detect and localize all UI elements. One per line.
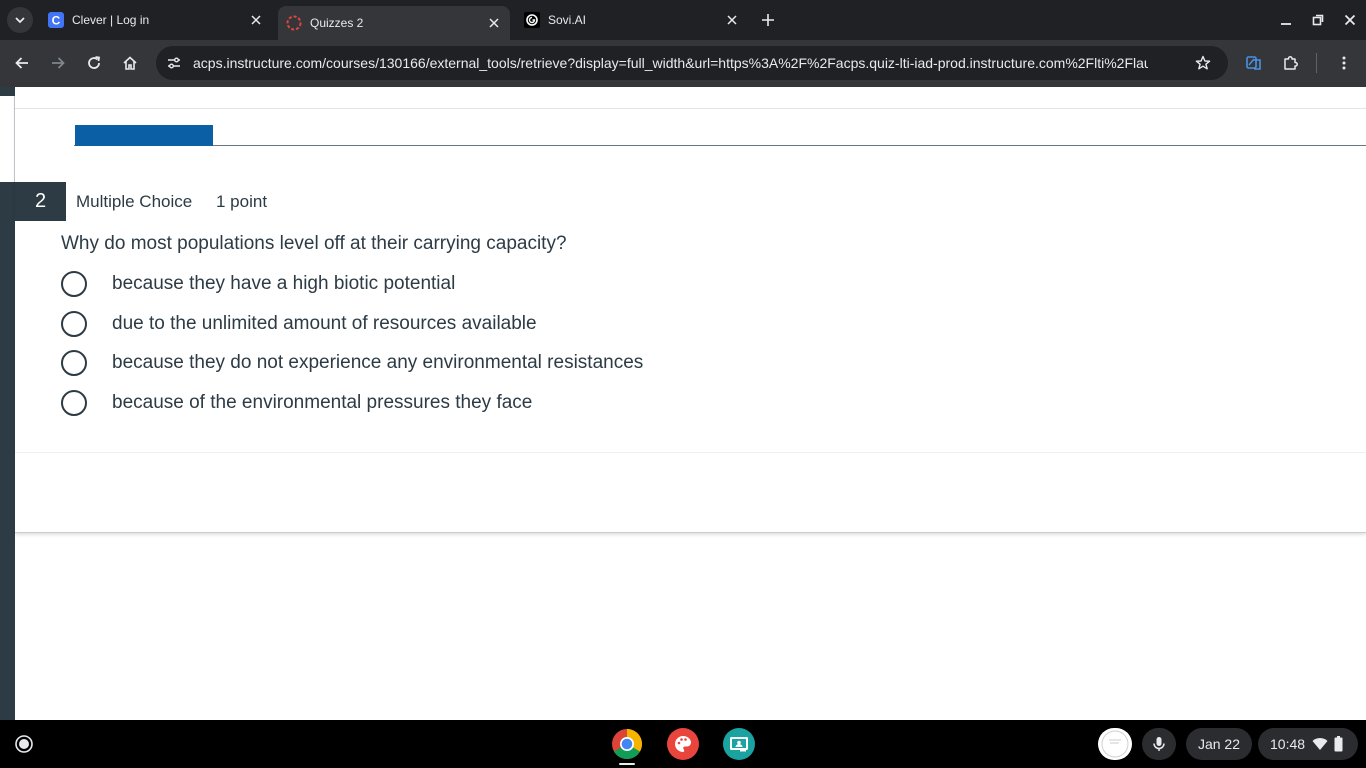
tab-strip: C Clever | Log in Quizzes 2 Sovi.AI [0, 0, 1366, 40]
arrow-left-icon [15, 57, 28, 69]
url-text[interactable]: acps.instructure.com/courses/130166/exte… [193, 46, 1148, 80]
question-text: Why do most populations level off at the… [61, 233, 567, 254]
header-divider [15, 108, 1366, 109]
radio-button[interactable] [61, 350, 87, 376]
running-app-indicator [619, 763, 635, 765]
reload-icon [88, 56, 101, 69]
launcher-button[interactable] [8, 728, 40, 760]
chrome-app[interactable] [611, 728, 643, 760]
canvas-art-app[interactable] [667, 728, 699, 760]
answer-label[interactable]: because of the environmental pressures t… [112, 392, 532, 414]
back-button[interactable] [8, 49, 36, 77]
url-host: acps.instructure.com [193, 55, 323, 71]
home-icon [123, 56, 137, 70]
tab-title: Quizzes 2 [310, 16, 364, 30]
kebab-icon [1342, 56, 1346, 70]
tab-clever[interactable]: C Clever | Log in [38, 0, 272, 40]
page-content: 2 Multiple Choice 1 point Why do most po… [0, 87, 1366, 720]
status-area-button[interactable]: 10:48 [1258, 728, 1358, 760]
clever-favicon-letter: C [52, 14, 61, 28]
answer-label[interactable]: due to the unlimited amount of resources… [112, 313, 537, 335]
browser-toolbar: acps.instructure.com/courses/130166/exte… [0, 40, 1366, 87]
new-tab-button[interactable] [756, 8, 780, 32]
address-bar[interactable]: acps.instructure.com/courses/130166/exte… [156, 46, 1228, 80]
classroom-app[interactable] [723, 728, 755, 760]
sovi-favicon-icon [524, 12, 540, 28]
wifi-icon [1312, 738, 1328, 750]
launcher-icon [15, 735, 33, 753]
answer-option-2[interactable]: due to the unlimited amount of resources… [61, 309, 537, 339]
mic-button[interactable] [1142, 728, 1176, 760]
toolbar-divider [1316, 53, 1317, 73]
close-icon[interactable] [248, 12, 264, 28]
close-icon [1344, 14, 1356, 26]
extension-button[interactable] [1240, 49, 1268, 77]
menu-button[interactable] [1330, 49, 1358, 77]
tune-icon [168, 57, 180, 69]
site-info-button[interactable] [162, 51, 186, 75]
question-number: 2 [15, 182, 66, 221]
chrome-icon [612, 729, 643, 760]
radio-button[interactable] [61, 271, 87, 297]
answer-option-1[interactable]: because they have a high biotic potentia… [61, 269, 455, 299]
puzzle-icon [1284, 56, 1298, 70]
avatar-icon [1101, 730, 1129, 758]
plus-icon [762, 14, 774, 26]
answer-option-4[interactable]: because of the environmental pressures t… [61, 388, 532, 418]
time-text: 10:48 [1270, 736, 1306, 752]
question-divider [15, 452, 1366, 453]
reload-button[interactable] [80, 49, 108, 77]
bookmark-button[interactable] [1191, 51, 1215, 75]
tab-title: Sovi.AI [548, 13, 587, 27]
tab-title: Clever | Log in [72, 13, 150, 27]
os-shelf: Jan 22 10:48 [0, 720, 1366, 768]
tab-quizzes[interactable]: Quizzes 2 [278, 6, 510, 40]
minimize-icon [1281, 23, 1291, 25]
extensions-button[interactable] [1277, 49, 1305, 77]
quizzes-favicon-icon [286, 15, 302, 31]
canvas-left-rail [0, 87, 15, 720]
close-icon[interactable] [724, 12, 740, 28]
radio-button[interactable] [61, 390, 87, 416]
answer-label[interactable]: because they have a high biotic potentia… [112, 273, 455, 295]
radio-button[interactable] [61, 311, 87, 337]
battery-icon [1334, 736, 1343, 752]
close-window-button[interactable] [1338, 8, 1362, 32]
answer-option-3[interactable]: because they do not experience any envir… [61, 348, 643, 378]
progress-track [74, 145, 1366, 146]
mic-icon [1153, 737, 1165, 751]
question-type: Multiple Choice [76, 192, 193, 211]
restore-button[interactable] [1306, 8, 1330, 32]
arrow-right-icon [52, 57, 65, 69]
classroom-icon [730, 737, 748, 752]
user-avatar-button[interactable] [1098, 728, 1132, 760]
home-button[interactable] [116, 49, 144, 77]
restore-icon [1312, 14, 1324, 26]
url-path: /courses/130166/external_tools/retrieve?… [322, 55, 1148, 71]
date-button[interactable]: Jan 22 [1186, 728, 1252, 760]
palette-icon [675, 736, 691, 752]
close-icon[interactable] [486, 15, 502, 31]
quiz-card: 2 Multiple Choice 1 point Why do most po… [15, 87, 1366, 533]
chevron-down-icon [15, 17, 25, 24]
rail-notch [0, 96, 15, 182]
tab-sovi[interactable]: Sovi.AI [512, 0, 748, 40]
minimize-button[interactable] [1274, 8, 1298, 32]
forward-button[interactable] [44, 49, 72, 77]
question-points: 1 point [216, 192, 268, 211]
tab-search-button[interactable] [7, 7, 33, 33]
date-text: Jan 22 [1197, 736, 1241, 752]
translate-extension-icon [1246, 56, 1261, 70]
star-icon [1195, 55, 1211, 70]
progress-bar [75, 125, 213, 146]
answer-label[interactable]: because they do not experience any envir… [112, 352, 643, 374]
clever-favicon-icon: C [48, 12, 64, 28]
